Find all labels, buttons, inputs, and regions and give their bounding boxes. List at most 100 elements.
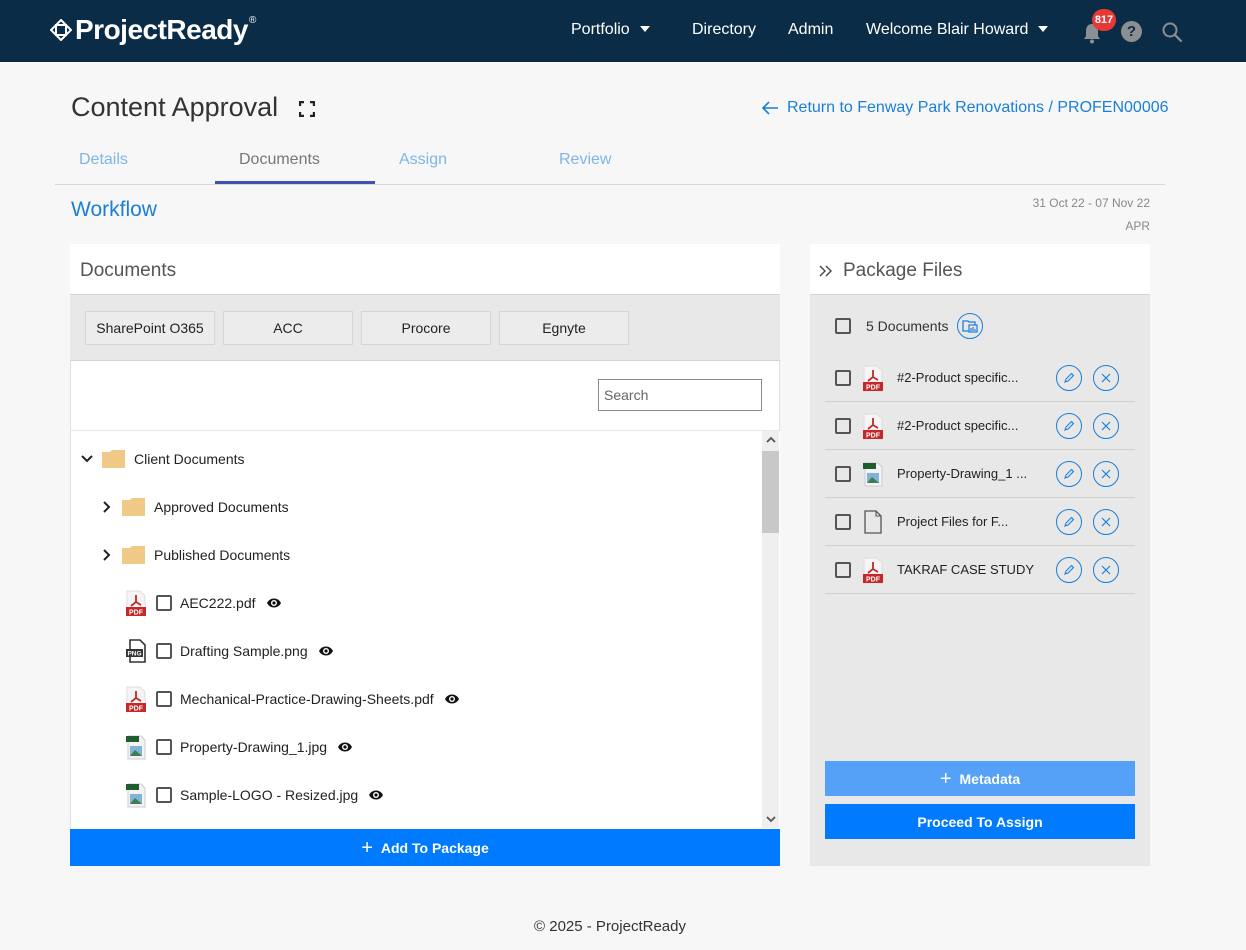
package-file-name: #2-Product specific... bbox=[897, 370, 1019, 385]
tab-assign[interactable]: Assign bbox=[399, 151, 447, 169]
proceed-to-assign-button[interactable]: Proceed To Assign bbox=[825, 804, 1135, 839]
pdf-file-icon: PDF bbox=[126, 686, 146, 712]
package-file-row: Property-Drawing_1 ... bbox=[825, 450, 1135, 498]
package-file-row: PDF TAKRAF CASE STUDY bbox=[825, 546, 1135, 594]
eye-icon[interactable] bbox=[266, 597, 282, 609]
edit-pencil-icon[interactable] bbox=[1056, 365, 1082, 391]
package-file-name: Property-Drawing_1 ... bbox=[897, 466, 1028, 481]
add-to-package-button[interactable]: + Add To Package bbox=[70, 829, 780, 866]
file-checkbox[interactable] bbox=[156, 595, 172, 611]
add-metadata-button[interactable]: + Metadata bbox=[825, 761, 1135, 796]
file-checkbox[interactable] bbox=[156, 787, 172, 803]
help-icon[interactable]: ? bbox=[1121, 21, 1142, 42]
remove-x-icon[interactable] bbox=[1093, 557, 1119, 583]
remove-x-icon[interactable] bbox=[1093, 461, 1119, 487]
nav-admin[interactable]: Admin bbox=[788, 21, 833, 39]
tree-file-row[interactable]: Sample-LOGO - Resized.jpg bbox=[126, 783, 384, 808]
file-checkbox[interactable] bbox=[835, 561, 851, 578]
nav-user-menu[interactable]: Welcome Blair Howard bbox=[866, 21, 1049, 39]
tree-file-row[interactable]: PDF AEC222.pdf bbox=[126, 590, 282, 616]
edit-pencil-icon[interactable] bbox=[1056, 509, 1082, 535]
tab-documents[interactable]: Documents bbox=[239, 151, 320, 169]
tab-details[interactable]: Details bbox=[79, 151, 128, 169]
workflow-code: APR bbox=[1125, 219, 1150, 233]
remove-x-icon[interactable] bbox=[1093, 413, 1119, 439]
logo-text: ProjectReady bbox=[75, 14, 248, 45]
metadata-label: Metadata bbox=[959, 770, 1021, 787]
file-name: Mechanical-Practice-Drawing-Sheets.pdf bbox=[180, 691, 434, 707]
remove-x-icon[interactable] bbox=[1093, 509, 1119, 535]
top-navbar: ProjectReady ® Portfolio Directory Admin… bbox=[0, 0, 1246, 62]
source-procore-button[interactable]: Procore bbox=[361, 311, 491, 345]
plus-icon: + bbox=[939, 767, 952, 790]
folder-icon bbox=[122, 546, 145, 564]
file-checkbox[interactable] bbox=[835, 513, 851, 530]
eye-icon[interactable] bbox=[337, 741, 353, 753]
svg-text:PDF: PDF bbox=[129, 706, 144, 713]
folder-name: Published Documents bbox=[154, 547, 291, 563]
tab-review[interactable]: Review bbox=[559, 151, 611, 169]
document-search-input[interactable] bbox=[598, 379, 762, 411]
nav-directory[interactable]: Directory bbox=[692, 21, 756, 39]
pdf-file-icon: PDF bbox=[126, 590, 146, 616]
nav-portfolio[interactable]: Portfolio bbox=[571, 21, 650, 39]
eye-icon[interactable] bbox=[368, 789, 384, 801]
tree-file-row[interactable]: Property-Drawing_1.jpg bbox=[126, 735, 353, 760]
search-row bbox=[70, 361, 780, 431]
package-file-name: TAKRAF CASE STUDY bbox=[897, 562, 1035, 577]
select-all-checkbox[interactable] bbox=[835, 318, 851, 334]
tree-folder-row[interactable]: Published Documents bbox=[100, 543, 290, 567]
search-icon[interactable] bbox=[1161, 21, 1183, 43]
scroll-down-arrow-icon[interactable] bbox=[762, 811, 779, 828]
caret-down-icon bbox=[639, 25, 650, 32]
add-to-package-label: Add To Package bbox=[380, 839, 489, 856]
nav-welcome-label: Welcome Blair Howard bbox=[866, 21, 1029, 38]
workflow-link[interactable]: Workflow bbox=[71, 198, 157, 222]
remove-x-icon[interactable] bbox=[1093, 365, 1119, 391]
source-egnyte-button[interactable]: Egnyte bbox=[499, 311, 629, 345]
edit-pencil-icon[interactable] bbox=[1056, 413, 1082, 439]
footer-copyright: © 2025 - ProjectReady bbox=[534, 918, 686, 935]
package-file-row: PDF #2-Product specific... bbox=[825, 402, 1135, 450]
tree-folder-row[interactable]: Client Documents bbox=[80, 447, 245, 471]
svg-text:PNG: PNG bbox=[127, 651, 141, 658]
double-chevron-right-icon[interactable] bbox=[819, 264, 833, 278]
chevron-right-icon[interactable] bbox=[100, 500, 114, 514]
logo[interactable]: ProjectReady ® bbox=[50, 14, 256, 46]
documents-panel: Documents SharePoint O365 ACC Procore Eg… bbox=[70, 244, 780, 866]
edit-pencil-icon[interactable] bbox=[1056, 557, 1082, 583]
eye-icon[interactable] bbox=[318, 645, 334, 657]
notification-badge[interactable]: 817 bbox=[1092, 9, 1116, 31]
file-checkbox[interactable] bbox=[156, 691, 172, 707]
package-file-row: Project Files for F... bbox=[825, 498, 1135, 546]
edit-pencil-icon[interactable] bbox=[1056, 461, 1082, 487]
jpg-file-icon bbox=[863, 462, 883, 486]
package-file-name: Project Files for F... bbox=[897, 514, 1009, 529]
tree-file-row[interactable]: PNG Drafting Sample.png bbox=[126, 639, 334, 663]
tree-scrollbar[interactable] bbox=[762, 431, 779, 828]
chevron-right-icon[interactable] bbox=[100, 548, 114, 562]
folder-report-icon[interactable] bbox=[957, 313, 984, 339]
tree-folder-row[interactable]: Approved Documents bbox=[100, 495, 289, 519]
scrollbar-thumb[interactable] bbox=[762, 451, 779, 533]
file-checkbox[interactable] bbox=[835, 369, 851, 386]
tree-file-row[interactable]: PDF Mechanical-Practice-Drawing-Sheets.p… bbox=[126, 686, 460, 712]
return-link[interactable]: Return to Fenway Park Renovations / PROF… bbox=[762, 99, 1169, 117]
file-name: Drafting Sample.png bbox=[180, 643, 308, 659]
file-checkbox[interactable] bbox=[156, 643, 172, 659]
file-checkbox[interactable] bbox=[835, 417, 851, 434]
file-checkbox[interactable] bbox=[156, 739, 172, 755]
fullscreen-icon[interactable] bbox=[299, 101, 315, 117]
eye-icon[interactable] bbox=[444, 693, 460, 705]
pdf-file-icon: PDF bbox=[863, 365, 883, 391]
tab-bar: Details Documents Assign Review bbox=[55, 145, 1165, 185]
scroll-up-arrow-icon[interactable] bbox=[762, 431, 779, 448]
source-acc-button[interactable]: ACC bbox=[223, 311, 353, 345]
chevron-down-icon[interactable] bbox=[80, 452, 94, 466]
jpg-file-icon bbox=[126, 735, 146, 760]
page-title: Content Approval bbox=[71, 92, 279, 122]
svg-text:PDF: PDF bbox=[866, 432, 881, 439]
nav-portfolio-label: Portfolio bbox=[571, 21, 630, 38]
file-checkbox[interactable] bbox=[835, 465, 851, 482]
source-sharepoint-button[interactable]: SharePoint O365 bbox=[85, 311, 215, 345]
